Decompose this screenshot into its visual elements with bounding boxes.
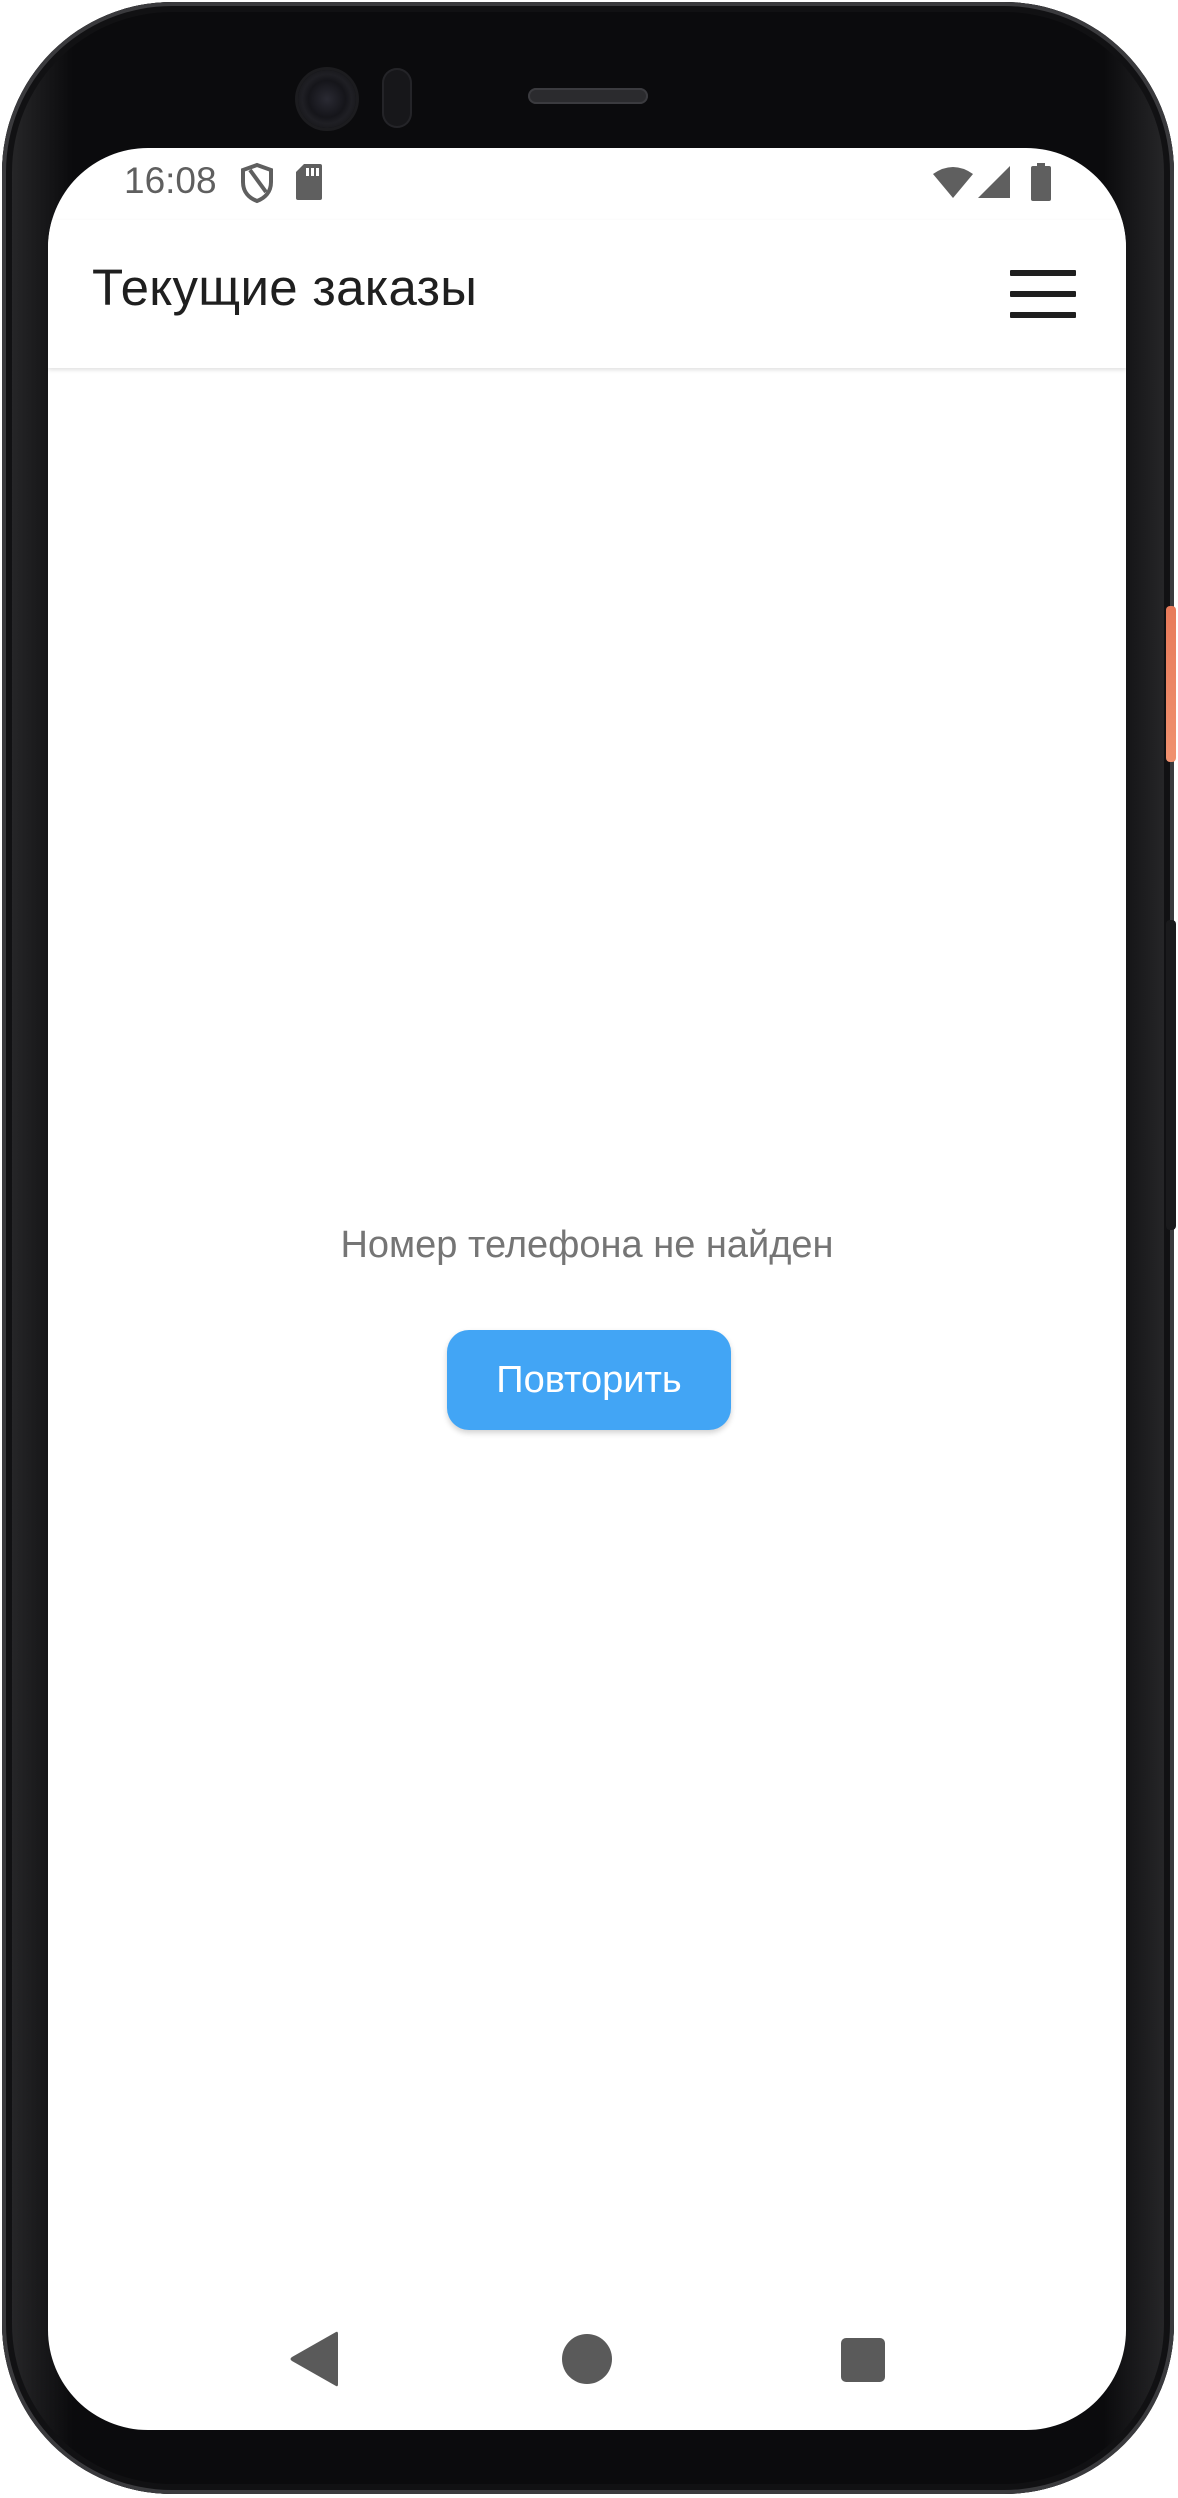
retry-button[interactable]: Повторить: [447, 1330, 731, 1430]
status-time: 16:08: [124, 160, 217, 201]
screen: 16:08 Текущие заказы Номер телефона не н…: [48, 148, 1126, 2430]
wifi-icon: [932, 166, 974, 205]
error-message: Номер телефона не найден: [340, 1224, 834, 1266]
menu-button[interactable]: [1004, 258, 1076, 330]
status-bar: 16:08: [48, 148, 1126, 220]
signal-icon: [976, 164, 1012, 205]
app-bar: Текущие заказы: [48, 220, 1126, 368]
home-icon[interactable]: [562, 2334, 612, 2384]
page-title: Текущие заказы: [92, 259, 478, 316]
battery-icon: [1030, 162, 1052, 207]
sd-card-icon: [294, 162, 324, 207]
power-button: [1166, 606, 1176, 762]
main-content: Номер телефона не найден Повторить: [48, 370, 1126, 2320]
earpiece-speaker: [528, 88, 648, 104]
volume-button: [1166, 920, 1176, 1230]
device-frame: 16:08 Текущие заказы Номер телефона не н…: [2, 2, 1174, 2494]
front-camera: [298, 70, 356, 128]
back-icon[interactable]: [286, 2328, 340, 2390]
recents-icon[interactable]: [841, 2338, 885, 2382]
system-nav-bar: [48, 2288, 1126, 2430]
proximity-sensor: [382, 68, 412, 128]
shield-icon: [240, 162, 274, 209]
